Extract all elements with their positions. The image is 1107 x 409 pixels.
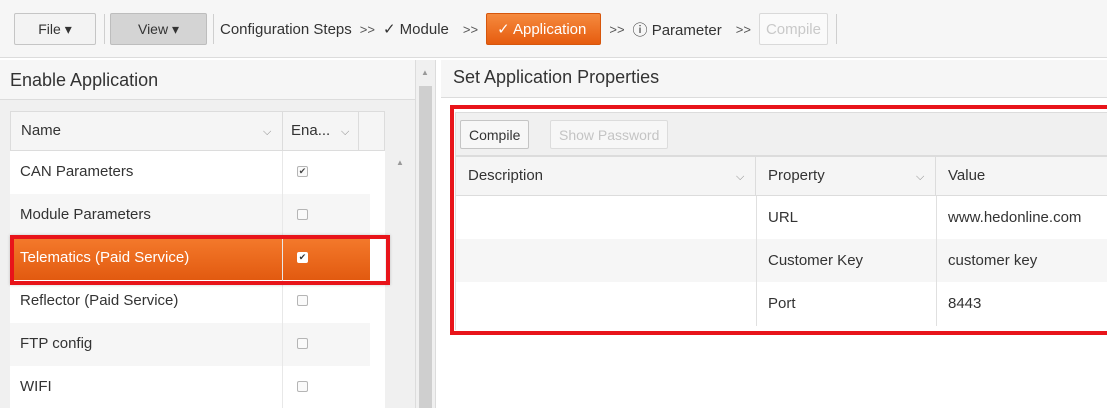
top-toolbar: File ▾ View ▾ Configuration Steps >> ✓ M… (0, 0, 1107, 58)
step-separator: >> (359, 21, 375, 37)
enable-checkbox[interactable] (297, 338, 308, 349)
application-name: FTP config (20, 335, 93, 352)
chevron-down-icon[interactable]: ⌵ (341, 126, 349, 139)
enable-checkbox[interactable] (297, 209, 308, 220)
column-header-enabled[interactable]: Ena... ⌵ (283, 112, 359, 150)
column-header-name[interactable]: Name ⌵ (11, 112, 283, 150)
configuration-steps-label: Configuration Steps (220, 20, 352, 38)
application-name: WIFI (20, 378, 52, 395)
step-separator: >> (609, 21, 625, 37)
toolbar-divider (104, 14, 105, 44)
table-row[interactable]: Module Parameters (10, 194, 370, 237)
pane-splitter[interactable] (435, 60, 441, 408)
enable-application-title: Enable Application (0, 60, 415, 100)
application-name: Module Parameters (20, 206, 151, 223)
application-name: CAN Parameters (20, 163, 134, 180)
enable-checkbox[interactable]: ✔ (297, 166, 308, 177)
view-menu-button[interactable]: View ▾ (110, 13, 207, 45)
enable-checkbox[interactable] (297, 381, 308, 392)
column-name-label: Name (21, 122, 62, 139)
chevron-down-icon[interactable]: ⌵ (263, 126, 271, 139)
highlight-box (10, 235, 390, 285)
step-separator: >> (462, 21, 479, 37)
toolbar-divider (835, 14, 837, 44)
set-application-properties-title: Set Application Properties (441, 60, 1107, 98)
configuration-steps-breadcrumb: Configuration Steps >> ✓ Module >> ✓ App… (220, 13, 837, 45)
step-application[interactable]: ✓ Application (486, 13, 602, 45)
scroll-up-arrow-icon[interactable]: ▲ (421, 68, 429, 77)
application-grid-header: Name ⌵ Ena... ⌵ (10, 111, 385, 151)
toolbar-divider (213, 14, 214, 44)
file-menu-button[interactable]: File ▾ (14, 13, 96, 45)
table-row[interactable]: CAN Parameters ✔ (10, 151, 370, 194)
highlight-box (450, 105, 1107, 335)
column-enabled-label: Ena... (291, 122, 331, 139)
table-row[interactable]: Reflector (Paid Service) (10, 280, 370, 323)
step-parameter[interactable]: ⓘ Parameter (633, 19, 722, 40)
table-row[interactable]: WIFI (10, 366, 370, 409)
step-module[interactable]: ✓ Module (383, 20, 449, 38)
scrollbar-thumb[interactable] (419, 86, 432, 408)
enable-checkbox[interactable] (297, 295, 308, 306)
application-name: Reflector (Paid Service) (20, 292, 179, 309)
table-row[interactable]: FTP config (10, 323, 370, 366)
scroll-up-arrow-icon[interactable]: ▲ (396, 158, 404, 167)
step-compile[interactable]: Compile (758, 13, 828, 45)
left-pane-scrollbar[interactable]: ▲ (415, 60, 435, 408)
step-separator: >> (735, 21, 751, 37)
